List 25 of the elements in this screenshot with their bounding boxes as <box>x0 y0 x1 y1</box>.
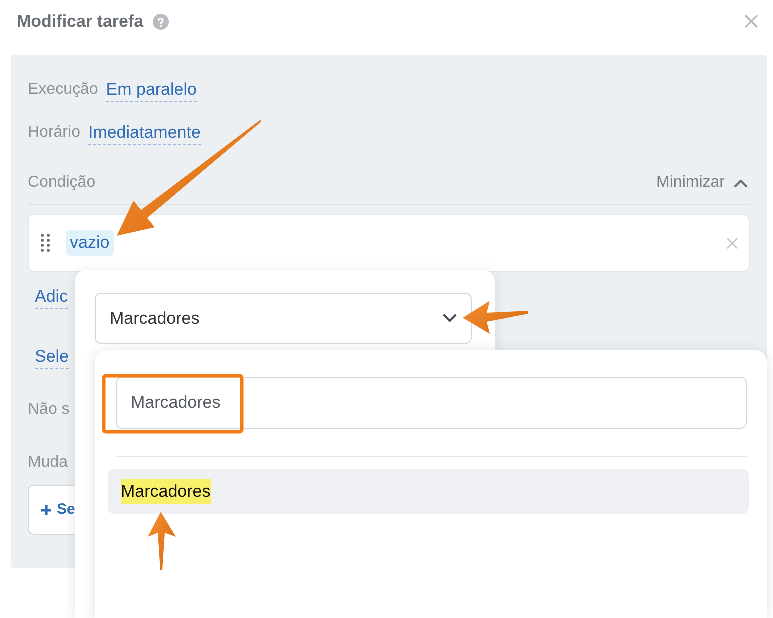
plus-icon <box>41 504 52 516</box>
field-label: Não s <box>28 400 70 420</box>
help-icon[interactable] <box>152 14 169 30</box>
annotation-arrow <box>148 512 176 570</box>
condition-tag[interactable]: vazio <box>66 230 114 256</box>
remove-icon[interactable] <box>727 238 738 248</box>
close-icon[interactable] <box>745 15 758 28</box>
dropdown-option[interactable]: Marcadores <box>108 469 749 514</box>
dialog-title: Modificar tarefa <box>17 11 144 33</box>
field-value-link[interactable]: Em paralelo <box>106 78 197 102</box>
option-label: Marcadores <box>121 478 211 504</box>
drag-handle-icon[interactable] <box>41 234 50 252</box>
field-label: Muda <box>28 453 68 473</box>
minimize-toggle[interactable]: Minimizar <box>656 171 750 195</box>
field-label: Horário <box>28 123 80 143</box>
field-select[interactable]: Marcadores <box>95 293 472 344</box>
annotation-arrow <box>463 301 528 334</box>
search-field[interactable]: Marcadores <box>116 377 747 429</box>
action-link[interactable]: Adic <box>35 286 68 308</box>
action-link[interactable]: Sele <box>35 346 70 368</box>
section-label: Condição <box>28 173 96 193</box>
field-value-link[interactable]: Imediatamente <box>88 122 201 144</box>
field-label: Execução <box>28 80 98 100</box>
select-button[interactable]: Se <box>28 485 76 535</box>
chevron-down-icon <box>443 314 457 323</box>
